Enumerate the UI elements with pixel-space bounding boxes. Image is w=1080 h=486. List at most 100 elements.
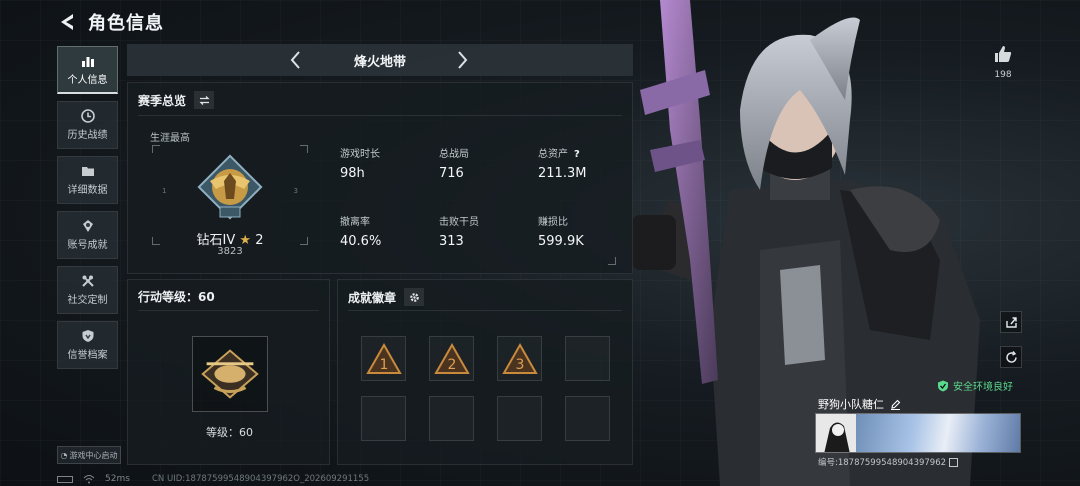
launch-badge-label: 游戏中心启动: [69, 450, 118, 460]
nav-item-social[interactable]: 社交定制: [57, 266, 118, 314]
game-center-launch-badge[interactable]: ◔ 游戏中心启动: [57, 446, 121, 464]
chevron-left-icon[interactable]: [286, 49, 306, 71]
stat-value: 313: [439, 234, 464, 249]
safety-status: 安全环境良好: [937, 378, 1013, 393]
badge-slot-empty[interactable]: [361, 396, 406, 441]
gear-icon: [409, 292, 419, 302]
nav-label: 详细数据: [67, 185, 108, 196]
nav-label: 社交定制: [67, 295, 108, 306]
nav-item-history[interactable]: 历史战绩: [57, 101, 118, 149]
copy-icon[interactable]: [949, 457, 959, 467]
share-button[interactable]: [1000, 311, 1022, 333]
chevron-right-icon[interactable]: [452, 49, 472, 71]
player-id-row: 编号:18787599548904397962: [818, 456, 959, 468]
back-arrow-icon[interactable]: [56, 11, 78, 33]
badge-tier-3-icon: 3: [501, 342, 538, 374]
like-button[interactable]: 198: [991, 44, 1015, 80]
side-nav: 个人信息 历史战绩 详细数据 账号成就 社交定制 信誉档案: [57, 46, 118, 376]
stat-value: 40.6%: [340, 234, 382, 249]
player-name: 野狗小队糖仁: [818, 398, 884, 411]
rank-score: 3823: [217, 246, 243, 257]
stat-extraction-rate: 撤离率 40.6%: [340, 213, 381, 249]
refresh-icon: [1005, 350, 1017, 363]
tools-icon: [81, 275, 94, 287]
season-title: 赛季总览: [138, 93, 187, 108]
badge-tier-2-icon: 2: [433, 342, 470, 374]
player-id: 编号:18787599548904397962: [818, 458, 947, 468]
stat-label: 总资产: [538, 149, 568, 160]
stat-label: 赚损比: [538, 217, 568, 228]
badge-slot-empty[interactable]: [429, 396, 474, 441]
nav-label: 信誉档案: [67, 350, 108, 361]
bell-icon: ◔: [60, 450, 68, 460]
nav-label: 个人信息: [67, 74, 108, 86]
folder-icon: [81, 167, 94, 176]
player-name-row: 野狗小队糖仁: [818, 396, 901, 412]
ping-value: 52ms: [105, 474, 130, 484]
nav-label: 账号成就: [67, 240, 108, 251]
badge-slot-empty[interactable]: [565, 336, 610, 381]
stat-label: 击败干员: [439, 217, 479, 228]
panel-header: 行动等级：60: [138, 288, 215, 305]
panel-header: 赛季总览: [138, 91, 215, 109]
badge-slot-empty[interactable]: [565, 396, 610, 441]
stat-playtime: 游戏时长 98h: [340, 145, 380, 181]
clock-icon: [80, 109, 95, 123]
badge-slot[interactable]: 3: [497, 336, 542, 381]
avatar-image: [816, 414, 856, 452]
level-caption: 等级：60: [206, 426, 253, 439]
safety-text: 安全环境良好: [953, 382, 1013, 393]
svg-text:1: 1: [379, 357, 388, 373]
shield-check-icon: [938, 380, 948, 391]
stat-value: 716: [439, 166, 464, 181]
stat-value: 211.3M: [538, 166, 587, 181]
badge-slot-empty[interactable]: [497, 396, 542, 441]
header: 角色信息: [56, 8, 164, 36]
refresh-button[interactable]: [1000, 346, 1022, 368]
stat-value: 599.9K: [538, 234, 584, 249]
level-emblem: [192, 336, 268, 412]
edit-icon[interactable]: [890, 399, 901, 410]
divider: [138, 310, 319, 311]
nav-item-personal-info[interactable]: 个人信息: [57, 46, 118, 94]
stat-label: 撤离率: [340, 217, 370, 228]
stat-operators-defeated: 击败干员 313: [439, 213, 479, 249]
swap-button[interactable]: [194, 91, 215, 109]
profile-banner: [856, 414, 1020, 452]
action-level-panel: 行动等级：60 等级：60: [127, 279, 330, 465]
stat-value: 98h: [340, 166, 365, 181]
battery-icon: [57, 475, 73, 483]
page-title: 角色信息: [88, 13, 164, 34]
badge-slot[interactable]: 2: [429, 336, 474, 381]
wifi-icon: [83, 475, 95, 484]
nav-item-achievements[interactable]: 账号成就: [57, 211, 118, 259]
nav-item-reputation[interactable]: 信誉档案: [57, 321, 118, 369]
help-icon[interactable]: ?: [574, 149, 580, 160]
frame-corner: [152, 145, 160, 153]
frame-corner: [300, 145, 308, 153]
bar-chart-icon: [81, 56, 94, 67]
badge-settings-button[interactable]: [404, 288, 425, 306]
rank-next-marker: 3: [293, 187, 298, 195]
nav-item-details[interactable]: 详细数据: [57, 156, 118, 204]
shield-icon: [82, 330, 93, 342]
achievement-badges-panel: 成就徽章 1 2 3: [337, 279, 633, 465]
stat-label-row: 总资产?: [538, 145, 586, 160]
rank-display: 1 3 钻石IV ★ 2 3823: [152, 145, 308, 257]
divider: [138, 115, 622, 116]
thumbs-up-icon: [995, 46, 1012, 62]
player-card[interactable]: [815, 413, 1021, 453]
mode-name: 烽火地带: [353, 54, 406, 70]
diamond-rank-emblem-icon: [197, 154, 263, 220]
season-overview-panel: 赛季总览 生涯最高 1 3 钻石IV ★ 2 3823 游戏时长 98h 总战局: [127, 82, 633, 274]
like-count: 198: [994, 70, 1012, 80]
stat-total-assets: 总资产? 211.3M: [538, 145, 586, 181]
stat-label: 游戏时长: [340, 149, 380, 160]
divider: [348, 310, 622, 311]
badge-slot[interactable]: 1: [361, 336, 406, 381]
svg-text:2: 2: [447, 357, 456, 373]
nav-label: 历史战绩: [67, 130, 108, 141]
swap-icon: [198, 95, 210, 105]
badge-tier-1-icon: 1: [365, 342, 402, 374]
uid-text: CN UID:18787599548904397962O_20260929115…: [152, 474, 370, 484]
